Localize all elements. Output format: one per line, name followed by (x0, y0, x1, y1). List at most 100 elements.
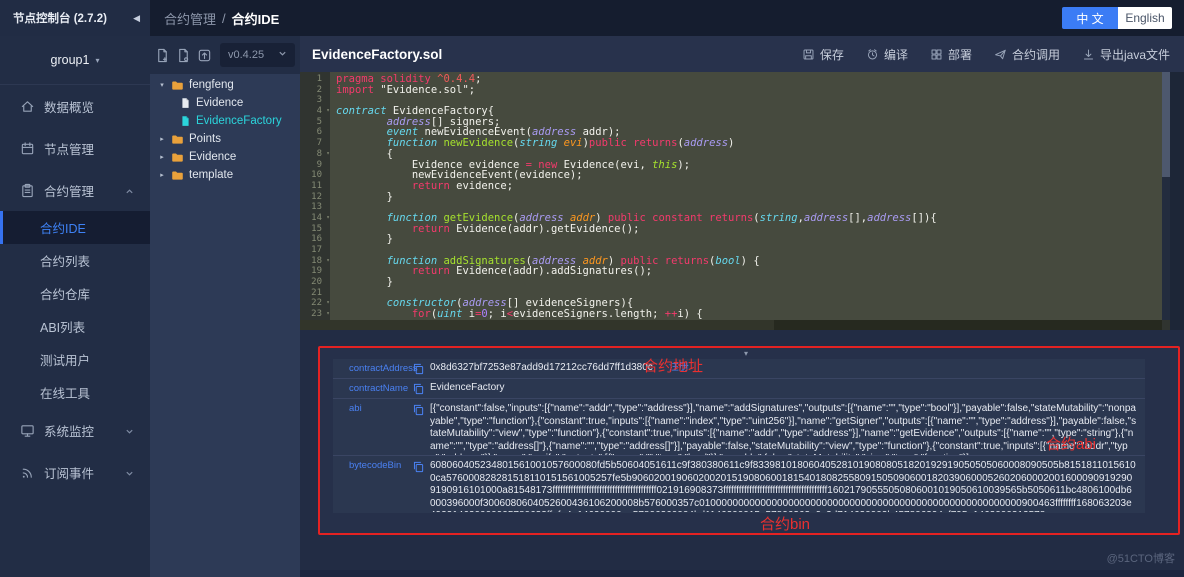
sidebar-subitem-contract-ide[interactable]: 合约IDE (0, 211, 150, 244)
language-switch: 中 文 English (1062, 7, 1172, 29)
sidebar-subitem-label: ABI列表 (40, 317, 85, 336)
save-icon (802, 48, 815, 61)
sidebar-item-label: 订阅事件 (44, 463, 94, 482)
output-value-contractName: EvidenceFactory (430, 382, 1145, 395)
fold-gutter (324, 234, 332, 245)
annotation-contract-address: 合约地址 (643, 355, 703, 376)
code-line: 2 import "Evidence.sol"; (300, 85, 1162, 96)
sidebar-item-system-monitor[interactable]: 系统监控 (0, 409, 150, 451)
line-number: 9 (300, 160, 324, 171)
copy-icon[interactable] (413, 404, 424, 416)
tree-file-evidence-file[interactable]: Evidence (150, 94, 300, 112)
fold-marker-icon[interactable]: ▾ (324, 149, 332, 160)
doc-plus-icon (155, 48, 170, 63)
monitor-icon (20, 423, 35, 438)
sidebar-subitem-contract-repo[interactable]: 合约仓库 (0, 277, 150, 310)
output-row-bytecodeBin: bytecodeBin 6080604052348015610010576000… (333, 456, 1145, 513)
sidebar-collapse-icon[interactable]: ◀ (133, 13, 140, 24)
caret-right-icon: ▸ (158, 171, 166, 179)
line-number: 22 (300, 298, 324, 309)
tree-file-evidence-factory-file[interactable]: EvidenceFactory (150, 112, 300, 130)
line-number: 12 (300, 192, 324, 203)
tree-folder-template[interactable]: ▸ template (150, 166, 300, 184)
sidebar-item-label: 节点管理 (44, 139, 94, 158)
compiler-version-select[interactable]: v0.4.25 (220, 43, 295, 67)
breadcrumb-section[interactable]: 合约管理 (164, 9, 216, 28)
save-button[interactable]: 保存 (802, 46, 844, 63)
sidebar-subitem-test-user[interactable]: 测试用户 (0, 343, 150, 376)
output-label-bytecodeBin: bytecodeBin (349, 460, 413, 471)
fold-marker-icon[interactable]: ▾ (324, 106, 332, 117)
compiler-version-value: v0.4.25 (228, 49, 264, 61)
chevron-down-icon (125, 467, 134, 481)
line-number: 7 (300, 138, 324, 149)
group-selector[interactable]: group1 ▾ (0, 36, 150, 85)
output-row-abi: abi [{"constant":false,"inputs":[{"name"… (333, 399, 1145, 456)
home-icon (20, 99, 35, 114)
sidebar-item-contract-management[interactable]: 合约管理 (0, 169, 150, 211)
copy-icon[interactable] (413, 461, 424, 473)
vertical-scrollbar[interactable] (1162, 72, 1170, 320)
lang-zh-button[interactable]: 中 文 (1062, 7, 1118, 29)
output-area: ▾ contractAddress 0x8d6327bf7253e87add9d… (300, 330, 1184, 577)
compile-label: 编译 (884, 46, 908, 63)
fold-marker-icon[interactable]: ▾ (324, 309, 332, 320)
line-number: 6 (300, 127, 324, 138)
copy-icon[interactable] (413, 363, 424, 375)
annotation-contract-bin: 合约bin (760, 513, 810, 534)
tree-folder-fengfeng[interactable]: ▾ fengfeng (150, 76, 300, 94)
clipboard-icon (20, 183, 35, 198)
line-number: 2 (300, 85, 324, 96)
fold-marker-icon[interactable]: ▾ (324, 256, 332, 267)
horizontal-scrollbar-thumb[interactable] (300, 320, 774, 330)
sidebar-item-label: 合约管理 (44, 181, 94, 200)
sidebar-nav: 数据概览节点管理合约管理合约IDE合约列表合约仓库 ABI列表测试用户在线工具系统… (0, 85, 150, 493)
sidebar-item-data-overview[interactable]: 数据概览 (0, 85, 150, 127)
output-label-abi: abi (349, 403, 413, 414)
sidebar-subitem-abi-list[interactable]: ABI列表 (0, 310, 150, 343)
line-number: 14 (300, 213, 324, 224)
lang-en-button[interactable]: English (1118, 7, 1172, 29)
compile-button[interactable]: 编译 (866, 46, 908, 63)
export-java-button[interactable]: 导出java文件 (1082, 46, 1170, 63)
sidebar-item-node-management[interactable]: 节点管理 (0, 127, 150, 169)
line-number: 15 (300, 224, 324, 235)
import-file-button[interactable] (197, 48, 212, 63)
fold-gutter (324, 127, 332, 138)
sidebar-subitem-online-tools[interactable]: 在线工具 (0, 376, 150, 409)
editor-title-bar: EvidenceFactory.sol 保存编译部署合约调用导出java文件 (300, 36, 1184, 72)
caret-right-icon: ▸ (158, 153, 166, 161)
fold-marker-icon[interactable]: ▾ (324, 298, 332, 309)
file-tree: ▾ fengfeng Evidence EvidenceFactory ▸ Po… (150, 74, 300, 184)
code-line: 12 } (300, 192, 1162, 203)
vertical-scrollbar-thumb[interactable] (1162, 72, 1170, 177)
fold-gutter (324, 74, 332, 85)
tree-folder-points[interactable]: ▸ Points (150, 130, 300, 148)
fold-marker-icon[interactable]: ▾ (324, 213, 332, 224)
breadcrumb-current: 合约IDE (232, 9, 280, 28)
horizontal-scrollbar[interactable] (300, 320, 1162, 330)
line-number: 20 (300, 277, 324, 288)
save-label: 保存 (820, 46, 844, 63)
tree-folder-evidence[interactable]: ▸ Evidence (150, 148, 300, 166)
calendar-icon (20, 141, 35, 156)
fold-gutter (324, 245, 332, 256)
code-editor[interactable]: 1 pragma solidity ^0.4.4; 2 import "Evid… (300, 74, 1162, 320)
panel-collapse-icon[interactable]: ▾ (744, 349, 748, 358)
output-value-abi: [{"constant":false,"inputs":[{"name":"ad… (430, 403, 1145, 455)
copy-icon[interactable] (413, 383, 424, 395)
sidebar-item-subscribe-events[interactable]: 订阅事件 (0, 451, 150, 493)
line-number: 13 (300, 202, 324, 213)
deploy-button[interactable]: 部署 (930, 46, 972, 63)
doc-copy-icon (176, 48, 191, 63)
annotation-contract-abi: 合约abi (1046, 433, 1096, 454)
contract-call-button[interactable]: 合约调用 (994, 46, 1060, 63)
code-line: 23 ▾ for(uint i=0; i<evidenceSigners.len… (300, 309, 1162, 320)
add-file-button[interactable] (155, 48, 170, 63)
line-number: 5 (300, 117, 324, 128)
output-value-bytecodeBin: 608060405234801561001057600080fd5b506040… (430, 460, 1145, 512)
sidebar-subitem-label: 在线工具 (40, 383, 90, 402)
sidebar-subitem-contract-list[interactable]: 合约列表 (0, 244, 150, 277)
line-number: 11 (300, 181, 324, 192)
copy-file-button[interactable] (176, 48, 191, 63)
